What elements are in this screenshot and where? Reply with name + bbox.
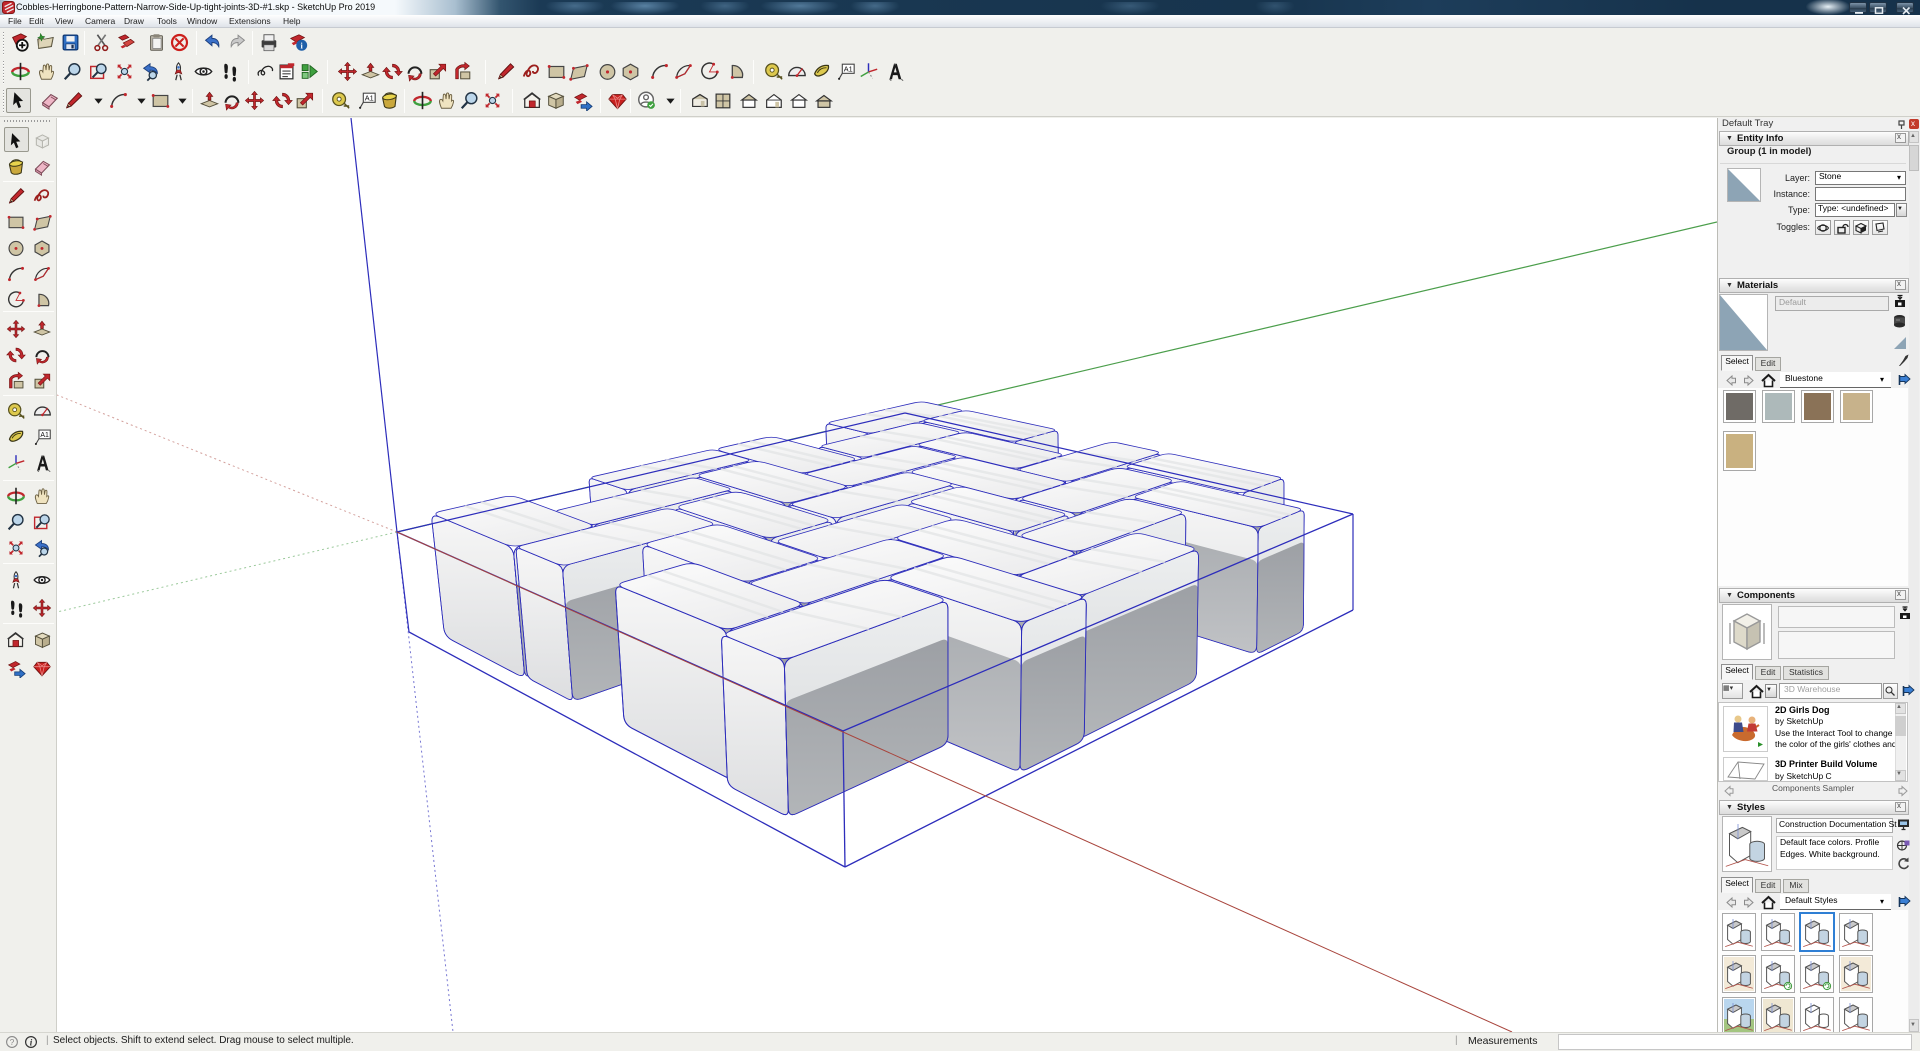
svg-text:?: ? — [10, 1037, 15, 1047]
svg-text:i: i — [30, 1038, 33, 1048]
